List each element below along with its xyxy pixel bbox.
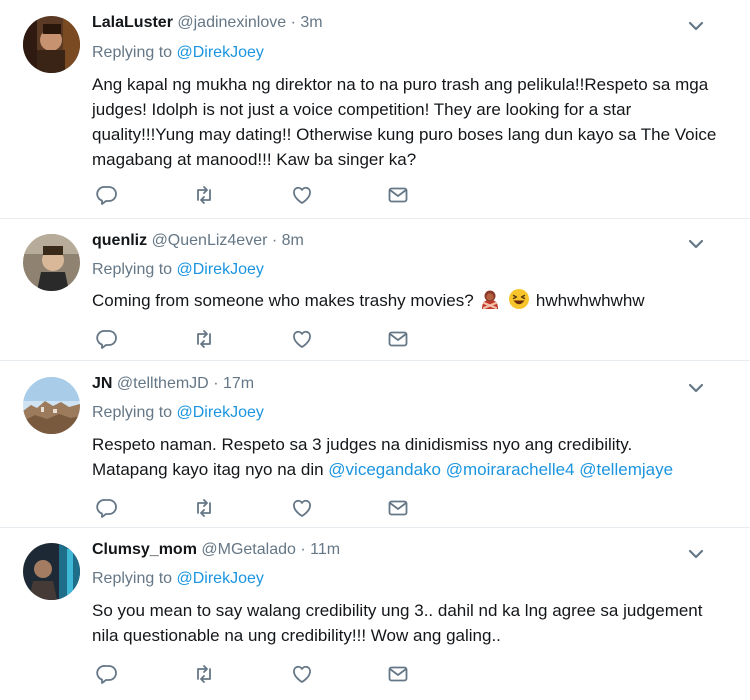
retweet-icon[interactable]: [193, 663, 215, 685]
direct-message-icon[interactable]: [387, 328, 409, 350]
replying-to-label: Replying to: [92, 44, 173, 61]
like-icon[interactable]: [291, 328, 313, 350]
retweet-icon[interactable]: [193, 328, 215, 350]
direct-message-icon[interactable]: [387, 184, 409, 206]
display-name[interactable]: quenliz: [92, 232, 147, 249]
tweet-4[interactable]: Clumsy_mom @MGetalado · 11m Replying to …: [0, 528, 750, 700]
tweet-text: Ang kapal ng mukha ng direktor na to na …: [92, 75, 717, 169]
user-handle[interactable]: @MGetalado: [201, 541, 296, 558]
tweet-1[interactable]: LalaLuster @jadinexinlove · 3m Replying …: [0, 0, 750, 219]
tweet-text: Respeto naman. Respeto sa 3 judges na di…: [92, 432, 732, 482]
avatar[interactable]: [23, 377, 80, 434]
tweet-text-suffix: hwhwhwhwhw: [535, 291, 645, 310]
tweet-text-main: Coming from someone who makes trashy mov…: [92, 291, 474, 310]
user-handle[interactable]: @jadinexinlove: [177, 14, 286, 31]
tweet-header: LalaLuster @jadinexinlove · 3m: [92, 14, 323, 36]
like-icon[interactable]: [291, 663, 313, 685]
replying-to: Replying to @DirekJoey: [92, 261, 264, 279]
replying-to-mention[interactable]: @DirekJoey: [177, 404, 264, 421]
replying-to-label: Replying to: [92, 570, 173, 587]
retweet-icon[interactable]: [193, 184, 215, 206]
reply-icon[interactable]: [96, 663, 118, 685]
tweet-text: Coming from someone who makes trashy mov…: [92, 288, 732, 313]
chevron-down-icon[interactable]: [686, 234, 706, 254]
mention-link[interactable]: @moirarachelle4: [446, 460, 575, 479]
user-handle[interactable]: @tellthemJD: [117, 375, 209, 392]
timestamp[interactable]: 11m: [310, 541, 340, 558]
separator-dot: ·: [300, 541, 306, 558]
tweet-header: Clumsy_mom @MGetalado · 11m: [92, 541, 340, 563]
replying-to: Replying to @DirekJoey: [92, 404, 264, 422]
avatar[interactable]: [23, 16, 80, 73]
reply-icon[interactable]: [96, 184, 118, 206]
direct-message-icon[interactable]: [387, 663, 409, 685]
mention-link[interactable]: @tellemjaye: [579, 460, 673, 479]
reply-icon[interactable]: [96, 497, 118, 519]
tweet-replies-feed: LalaLuster @jadinexinlove · 3m Replying …: [0, 0, 750, 700]
tweet-text-line: Matapang kayo itag nyo na din @viceganda…: [92, 457, 732, 482]
tweet-header: JN @tellthemJD · 17m: [92, 375, 254, 397]
reply-icon[interactable]: [96, 328, 118, 350]
replying-to-label: Replying to: [92, 404, 173, 421]
display-name[interactable]: JN: [92, 375, 112, 392]
timestamp[interactable]: 17m: [223, 375, 254, 392]
replying-to-label: Replying to: [92, 261, 173, 278]
user-handle[interactable]: @QuenLiz4ever: [152, 232, 268, 249]
separator-dot: ·: [290, 14, 296, 31]
no-gesture-emoji: [479, 288, 501, 310]
timestamp[interactable]: 3m: [300, 14, 322, 31]
display-name[interactable]: LalaLuster: [92, 14, 173, 31]
replying-to: Replying to @DirekJoey: [92, 570, 264, 588]
chevron-down-icon[interactable]: [686, 16, 706, 36]
replying-to-mention[interactable]: @DirekJoey: [177, 570, 264, 587]
replying-to-mention[interactable]: @DirekJoey: [177, 44, 264, 61]
separator-dot: ·: [271, 232, 278, 249]
separator-dot: ·: [213, 375, 219, 392]
retweet-icon[interactable]: [193, 497, 215, 519]
avatar[interactable]: [23, 234, 80, 291]
tweet-text-fragment: Matapang kayo itag nyo na din: [92, 460, 324, 479]
tweet-3[interactable]: JN @tellthemJD · 17m Replying to @DirekJ…: [0, 361, 750, 528]
replying-to-mention[interactable]: @DirekJoey: [177, 261, 264, 278]
tweet-text: So you mean to say walang credibility un…: [92, 601, 703, 645]
laughing-emoji: [508, 288, 530, 310]
avatar[interactable]: [23, 543, 80, 600]
replying-to: Replying to @DirekJoey: [92, 44, 264, 62]
display-name[interactable]: Clumsy_mom: [92, 541, 197, 558]
like-icon[interactable]: [291, 184, 313, 206]
like-icon[interactable]: [291, 497, 313, 519]
tweet-header: quenliz @QuenLiz4ever · 8m: [92, 232, 304, 254]
tweet-text-line: Respeto naman. Respeto sa 3 judges na di…: [92, 435, 633, 454]
mention-link[interactable]: @vicegandako: [328, 460, 441, 479]
chevron-down-icon[interactable]: [686, 544, 706, 564]
tweet-2[interactable]: quenliz @QuenLiz4ever · 8m Replying to @…: [0, 219, 750, 361]
timestamp[interactable]: 8m: [282, 232, 304, 249]
direct-message-icon[interactable]: [387, 497, 409, 519]
chevron-down-icon[interactable]: [686, 378, 706, 398]
